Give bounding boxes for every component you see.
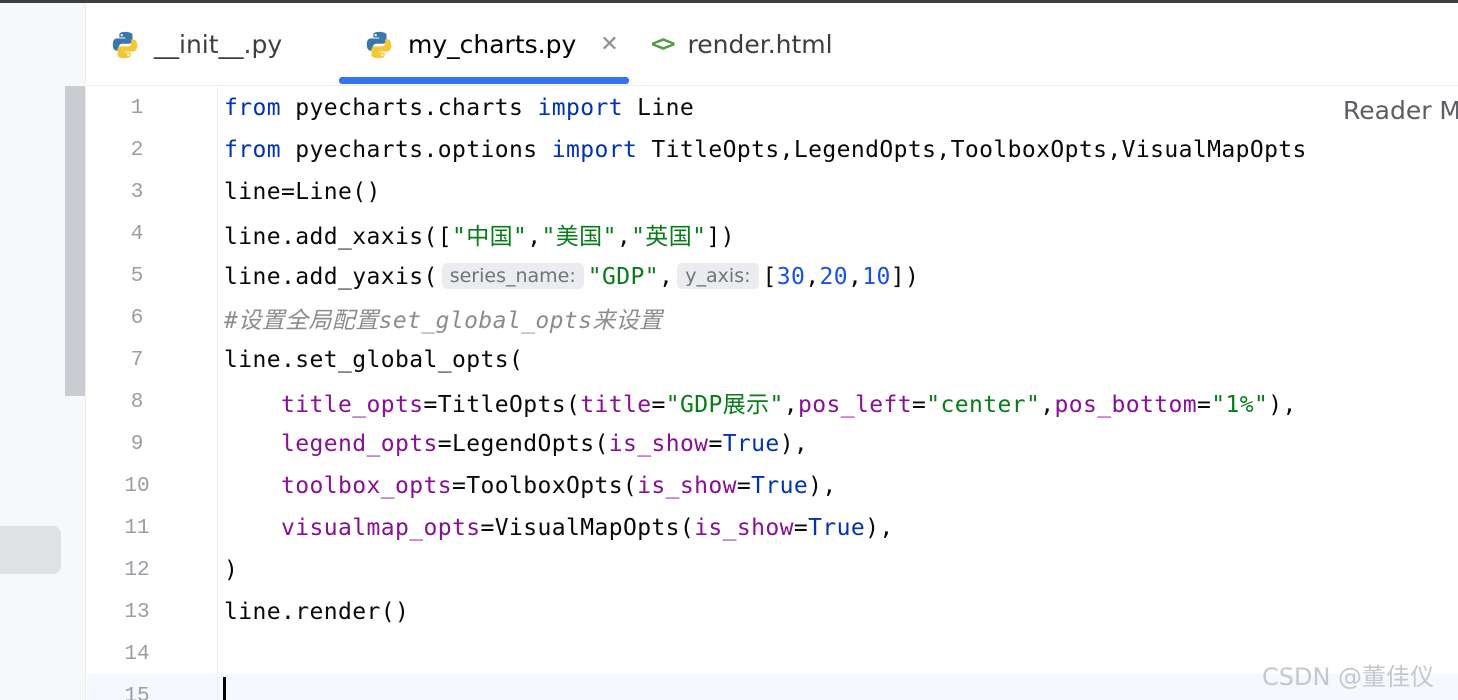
code-line[interactable]: 10 toolbox_opts=ToolboxOpts(is_show=True…: [87, 465, 1458, 507]
tab-label: __init__.py: [154, 30, 283, 59]
reader-mode-button[interactable]: Reader M: [1343, 96, 1458, 125]
tab-my-charts-py[interactable]: my_charts.py ✕: [364, 3, 619, 86]
line-number: 2: [130, 138, 144, 162]
tab-label: my_charts.py: [408, 30, 577, 59]
code-line[interactable]: 14: [87, 633, 1458, 675]
code-line[interactable]: 4 line.add_xaxis(["中国","美国","英国"]): [87, 213, 1458, 255]
line-number: 3: [130, 180, 144, 204]
code-text: line.set_global_opts(: [224, 347, 524, 373]
code-line[interactable]: 13 line.render(): [87, 591, 1458, 633]
tab-init-py[interactable]: __init__.py: [110, 3, 282, 86]
code-line[interactable]: 11 visualmap_opts=VisualMapOpts(is_show=…: [87, 507, 1458, 549]
line-number: 15: [124, 684, 150, 700]
close-icon[interactable]: ✕: [600, 32, 618, 57]
line-number: 11: [124, 516, 150, 540]
editor-tab-bar: __init__.py my_charts.py ✕ <> render.htm…: [87, 3, 1458, 86]
code-line[interactable]: 8 title_opts=TitleOpts(title="GDP展示",pos…: [87, 381, 1458, 423]
active-tab-indicator: [339, 77, 629, 84]
line-number: 12: [124, 558, 150, 582]
code-text: title_opts=TitleOpts(title="GDP展示",pos_l…: [281, 392, 1297, 418]
line-number: 10: [124, 474, 150, 498]
left-panel-selected-item[interactable]: [0, 526, 61, 574]
code-line[interactable]: 7 line.set_global_opts(: [87, 339, 1458, 381]
line-number: 13: [124, 600, 150, 624]
python-icon: [112, 31, 138, 58]
line-number: 4: [130, 222, 144, 246]
line-number: 9: [130, 432, 144, 456]
code-text: legend_opts=LegendOpts(is_show=True),: [281, 431, 809, 457]
code-text: from pyecharts.options import TitleOpts,…: [224, 137, 1307, 163]
left-panel-scrollbar[interactable]: [65, 86, 85, 396]
code-line[interactable]: 6 #设置全局配置set_global_opts来设置: [87, 297, 1458, 339]
line-number: 5: [130, 264, 144, 288]
code-text: toolbox_opts=ToolboxOpts(is_show=True),: [281, 473, 837, 499]
line-number: 7: [130, 348, 144, 372]
inlay-hint-series-name: series_name:: [441, 262, 584, 289]
code-text: ): [224, 557, 239, 583]
code-line[interactable]: 1 from pyecharts.charts import Line: [87, 87, 1458, 129]
code-text: visualmap_opts=VisualMapOpts(is_show=Tru…: [281, 515, 894, 541]
code-line[interactable]: 15: [87, 675, 1458, 700]
code-line[interactable]: 12 ): [87, 549, 1458, 591]
code-line[interactable]: 5 line.add_yaxis(series_name: "GDP", y_axi…: [87, 255, 1458, 297]
text-caret: [223, 677, 226, 700]
code-text: from pyecharts.charts import Line: [224, 95, 695, 121]
tab-label: render.html: [687, 30, 833, 59]
html-tag-icon: <>: [651, 32, 675, 57]
line-number: 14: [124, 642, 150, 666]
code-text: line.add_xaxis(["中国","美国","英国"]): [224, 224, 735, 250]
inlay-hint-y-axis: y_axis:: [677, 262, 759, 289]
tab-render-html[interactable]: <> render.html: [651, 3, 833, 86]
python-icon: [366, 31, 392, 58]
code-line[interactable]: 9 legend_opts=LegendOpts(is_show=True),: [87, 423, 1458, 465]
code-text: line=Line(): [224, 179, 381, 205]
line-number: 8: [130, 390, 144, 414]
watermark: CSDN @董佳仪: [1262, 663, 1435, 691]
code-line[interactable]: 3 line=Line(): [87, 171, 1458, 213]
line-number: 1: [130, 96, 144, 120]
line-number: 6: [130, 306, 144, 330]
code-comment: #设置全局配置set_global_opts来设置: [224, 308, 663, 334]
code-text: line.render(): [224, 599, 410, 625]
code-text: line.add_yaxis(series_name: "GDP", y_axis:…: [224, 262, 920, 290]
code-line[interactable]: 2 from pyecharts.options import TitleOpt…: [87, 129, 1458, 171]
